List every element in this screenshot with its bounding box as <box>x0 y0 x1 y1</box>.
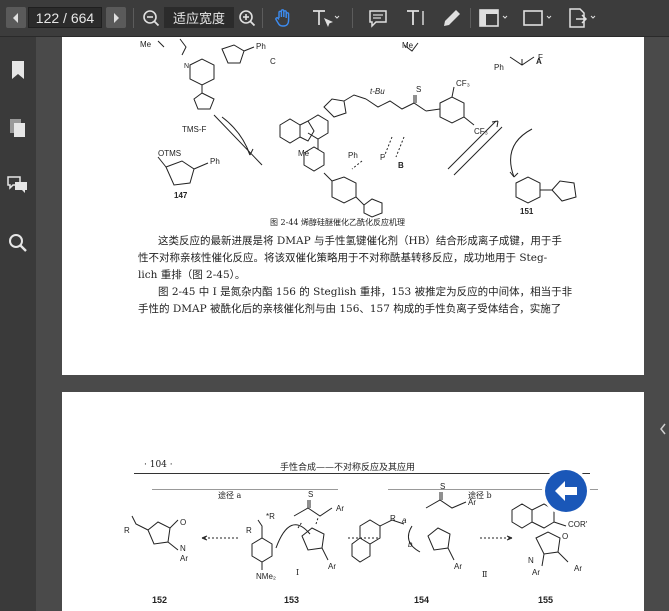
compound-number: 151 <box>520 207 534 216</box>
compound-label-A: A <box>536 57 542 66</box>
chem-label: Ar <box>574 564 582 573</box>
chem-label: Ar <box>336 504 344 513</box>
hand-tool-button[interactable] <box>270 0 296 36</box>
shape-tool-button[interactable] <box>520 0 556 36</box>
chem-label: Ph <box>494 63 504 72</box>
paragraph-line: lich 重排（图 2-45）。 <box>138 269 246 281</box>
chem-label: O <box>180 518 187 527</box>
compound-number: 155 <box>538 595 554 605</box>
comment-button[interactable] <box>366 0 390 36</box>
chem-label: N <box>528 556 534 565</box>
back-button[interactable] <box>542 467 590 515</box>
left-sidebar <box>0 37 36 611</box>
pages-icon <box>10 119 25 137</box>
prev-page-icon <box>13 12 18 23</box>
next-page-icon <box>114 12 119 23</box>
chem-label: F <box>380 153 385 162</box>
chem-label: Ph <box>256 42 266 51</box>
comments-panel-icon <box>7 176 27 193</box>
chem-label: Me <box>298 149 310 158</box>
text-icon <box>407 10 424 25</box>
chem-label: R <box>246 526 252 535</box>
chem-label: N <box>184 63 190 70</box>
chem-label: t-Bu <box>370 87 385 96</box>
search-icon <box>9 234 27 252</box>
view-mode-button[interactable] <box>476 0 512 36</box>
comments-panel-button[interactable] <box>7 174 29 196</box>
chem-label: COR' <box>568 520 588 529</box>
toolbar-divider <box>352 8 353 28</box>
paragraph-line: 性不对称亲核性催化反应。将该双催化策略用于不对称酰基转移反应，成功地用于 Ste… <box>138 252 548 264</box>
pages-button[interactable] <box>7 117 29 139</box>
bookmark-icon <box>12 61 24 79</box>
zoom-level-select[interactable]: 适应宽度 <box>164 7 234 28</box>
compound-label-C: C <box>270 57 276 66</box>
chem-label: Ar <box>532 568 540 577</box>
figure-caption: 图 2-44 烯醇硅醚催化乙酰化反应机理 <box>270 218 406 227</box>
chem-label: Ar <box>468 498 476 507</box>
vertical-scrollbar[interactable] <box>657 37 669 611</box>
compound-number: 147 <box>174 191 188 200</box>
chem-label: Ar <box>328 562 336 571</box>
back-arrow-icon <box>555 481 577 501</box>
compound-number: 152 <box>152 595 168 605</box>
compound-number: 153 <box>284 595 300 605</box>
chem-label: TMS-F <box>182 125 207 134</box>
shape-icon <box>523 10 552 26</box>
compound-number: 154 <box>414 595 430 605</box>
compound-label-B: B <box>398 161 404 170</box>
chem-label: NMe₂ <box>256 572 276 581</box>
chem-label: O <box>562 532 569 541</box>
zoom-in-button[interactable] <box>236 0 258 36</box>
chem-label: *R <box>266 512 275 521</box>
chem-label: b <box>408 540 413 549</box>
view-mode-icon <box>479 9 508 27</box>
chem-label: Me <box>402 41 414 50</box>
chem-label: CF₃ <box>474 127 488 136</box>
chem-label: Ar <box>454 562 462 571</box>
zoom-out-button[interactable] <box>140 0 162 36</box>
roman-numeral: Ⅰ <box>296 568 300 577</box>
chem-label: Me <box>140 40 152 49</box>
chem-label: Ph <box>210 157 220 166</box>
chem-label: S <box>416 85 422 94</box>
chem-label: R <box>390 514 396 523</box>
chem-label: N <box>180 544 186 553</box>
chem-label: a <box>402 516 407 525</box>
chem-label: Ar <box>180 554 188 563</box>
page-number-field[interactable]: 122 / 664 <box>28 7 102 28</box>
export-icon <box>569 8 596 28</box>
export-button[interactable] <box>564 0 600 36</box>
document-page: Me Ph C N Me Ph F A t-Bu S CF₃ CF₃ TMS-F… <box>62 37 644 375</box>
toolbar-divider <box>262 8 263 28</box>
reaction-mechanism-figure <box>157 38 577 218</box>
zoom-in-icon <box>239 10 256 27</box>
paragraph-line: 这类反应的最新进展是将 DMAP 与手性氢键催化剂（HB）结合形成离子成键，用于… <box>158 235 562 247</box>
chem-label: S <box>440 482 446 491</box>
comment-icon <box>369 10 387 28</box>
hand-tool-icon <box>275 9 290 27</box>
text-select-icon <box>313 10 340 27</box>
search-button[interactable] <box>7 232 29 254</box>
pen-icon <box>444 10 460 26</box>
paragraph-line: 图 2-45 中 Ⅰ 是氮杂内酯 156 的 Steglish 重排，153 被… <box>158 286 573 298</box>
text-tool-button[interactable] <box>404 0 428 36</box>
text-select-tool[interactable] <box>308 0 342 36</box>
bookmarks-button[interactable] <box>7 59 29 81</box>
chem-label: OTMS <box>158 149 182 158</box>
scroll-collapse-icon[interactable] <box>659 422 667 436</box>
pen-tool-button[interactable] <box>440 0 464 36</box>
chem-label: Ph <box>348 151 358 160</box>
toolbar-divider <box>133 8 134 28</box>
prev-page-button[interactable] <box>6 7 26 28</box>
chem-label: S <box>308 490 314 499</box>
paragraph-line: 手性的 DMAP 被酰化后的亲核催化剂与由 156、157 构成的手性负离子受体… <box>138 303 562 315</box>
zoom-out-icon <box>143 10 160 27</box>
chem-label: R <box>124 526 130 535</box>
next-page-button[interactable] <box>106 7 126 28</box>
roman-numeral: Ⅱ <box>482 570 488 579</box>
chem-label: CF₃ <box>456 79 470 88</box>
toolbar: 122 / 664 适应宽度 <box>0 0 669 37</box>
toolbar-divider <box>470 8 471 28</box>
